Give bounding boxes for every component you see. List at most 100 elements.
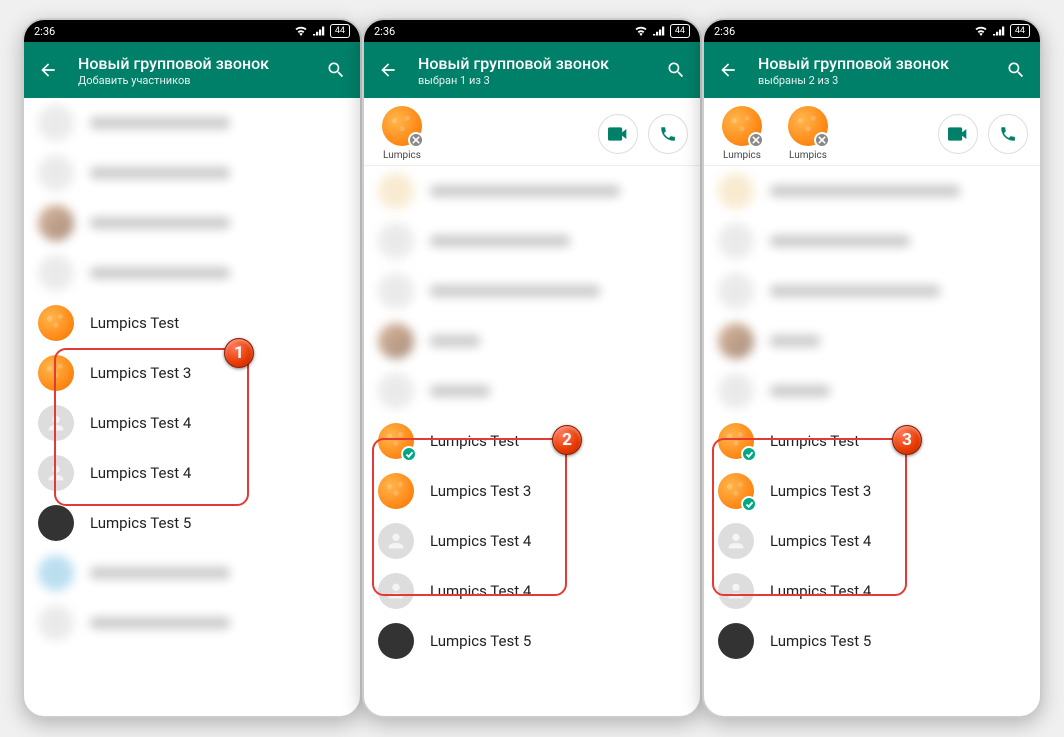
video-call-button[interactable] [598, 114, 638, 154]
avatar [378, 423, 414, 459]
avatar [718, 523, 754, 559]
avatar [378, 623, 414, 659]
contact-list: x x x x x Lumpics Test Lumpics Test 3 [704, 166, 1040, 666]
phone-screenshot-2: 2:36 44 Новый групповой звонок выбран 1 … [362, 18, 702, 718]
search-button[interactable] [1004, 58, 1028, 82]
list-item[interactable]: x [704, 266, 1040, 316]
avatar [38, 455, 74, 491]
back-button[interactable] [716, 58, 740, 82]
list-item[interactable]: Lumpics Test 4 [364, 516, 700, 566]
status-time: 2:36 [34, 25, 55, 38]
contact-name: Lumpics Test [430, 432, 519, 450]
back-button[interactable] [36, 58, 60, 82]
signal-icon [313, 26, 325, 36]
list-item[interactable]: Lumpics Test 5 [704, 616, 1040, 666]
app-bar: Новый групповой звонок Добавить участник… [24, 42, 360, 98]
avatar [718, 623, 754, 659]
selected-check-icon [401, 446, 417, 462]
list-item[interactable]: Lumpics Test 4 [704, 516, 1040, 566]
video-call-button[interactable] [938, 114, 978, 154]
avatar [378, 573, 414, 609]
step-badge-1: 1 [224, 338, 254, 368]
list-item[interactable]: x [24, 548, 360, 598]
list-item[interactable]: Lumpics Test 5 [364, 616, 700, 666]
avatar [38, 405, 74, 441]
selected-check-icon [741, 496, 757, 512]
list-item[interactable]: x [704, 166, 1040, 216]
page-subtitle: Добавить участников [78, 74, 306, 87]
list-item[interactable]: x [364, 266, 700, 316]
remove-chip-icon[interactable] [408, 132, 424, 148]
list-item[interactable]: x [704, 366, 1040, 416]
list-item[interactable]: Lumpics Test 4 [24, 398, 360, 448]
app-bar: Новый групповой звонок выбраны 2 из 3 [704, 42, 1040, 98]
contact-name: Lumpics Test 3 [430, 482, 531, 500]
step-badge-2: 2 [552, 425, 582, 455]
selected-chip[interactable]: Lumpics [376, 106, 428, 161]
contact-name: Lumpics Test 4 [770, 532, 871, 550]
avatar [718, 473, 754, 509]
list-item[interactable]: Lumpics Test 4 [704, 566, 1040, 616]
list-item[interactable]: Lumpics Test [364, 416, 700, 466]
list-item[interactable]: Lumpics Test 4 [364, 566, 700, 616]
list-item[interactable]: x [24, 148, 360, 198]
list-item[interactable]: x [24, 98, 360, 148]
search-button[interactable] [664, 58, 688, 82]
status-bar: 2:36 44 [24, 20, 360, 42]
list-item[interactable]: Lumpics Test 3 [364, 466, 700, 516]
page-subtitle: выбраны 2 из 3 [758, 74, 986, 87]
list-item[interactable]: x [364, 216, 700, 266]
list-item[interactable]: Lumpics Test 3 [24, 348, 360, 398]
status-bar: 2:36 44 [364, 20, 700, 42]
chip-name: Lumpics [383, 150, 421, 161]
list-item[interactable]: Lumpics Test [24, 298, 360, 348]
list-item[interactable]: x [24, 198, 360, 248]
voice-call-button[interactable] [648, 114, 688, 154]
list-item[interactable]: x [704, 316, 1040, 366]
phone-screenshot-1: 2:36 44 Новый групповой звонок Добавить … [22, 18, 362, 718]
voice-call-button[interactable] [988, 114, 1028, 154]
selected-chip[interactable]: Lumpics [782, 106, 834, 161]
selected-chip[interactable]: Lumpics [716, 106, 768, 161]
battery-indicator: 44 [1010, 24, 1030, 38]
list-item[interactable]: Lumpics Test 5 [24, 498, 360, 548]
contact-name: Lumpics Test [770, 432, 859, 450]
chip-name: Lumpics [789, 150, 827, 161]
contact-name: Lumpics Test 3 [90, 364, 191, 382]
selected-check-icon [741, 446, 757, 462]
avatar [38, 355, 74, 391]
battery-indicator: 44 [670, 24, 690, 38]
remove-chip-icon[interactable] [748, 132, 764, 148]
list-item[interactable]: x [704, 216, 1040, 266]
list-item[interactable]: x [364, 366, 700, 416]
avatar [718, 423, 754, 459]
search-button[interactable] [324, 58, 348, 82]
signal-icon [653, 26, 665, 36]
list-item[interactable]: x [24, 248, 360, 298]
app-bar: Новый групповой звонок выбран 1 из 3 [364, 42, 700, 98]
avatar [38, 305, 74, 341]
contact-name: Lumpics Test 5 [90, 514, 191, 532]
back-button[interactable] [376, 58, 400, 82]
phone-screenshot-3: 2:36 44 Новый групповой звонок выбраны 2… [702, 18, 1042, 718]
contact-list: x x x x x Lumpics Test Lumpics Test 3 Lu… [364, 166, 700, 666]
list-item[interactable]: x [364, 316, 700, 366]
page-title: Новый групповой звонок [418, 54, 646, 73]
page-subtitle: выбран 1 из 3 [418, 74, 646, 87]
selected-participants-bar: Lumpics Lumpics [704, 98, 1040, 166]
contact-name: Lumpics Test 4 [430, 532, 531, 550]
chip-name: Lumpics [723, 150, 761, 161]
contact-name: Lumpics Test [90, 314, 179, 332]
wifi-icon [974, 26, 988, 36]
wifi-icon [294, 26, 308, 36]
remove-chip-icon[interactable] [814, 132, 830, 148]
contact-list: x x x x Lumpics Test Lumpics Test 3 Lump… [24, 98, 360, 648]
page-title: Новый групповой звонок [78, 54, 306, 73]
list-item[interactable]: Lumpics Test 3 [704, 466, 1040, 516]
avatar [38, 505, 74, 541]
list-item[interactable]: x [24, 598, 360, 648]
list-item[interactable]: Lumpics Test 4 [24, 448, 360, 498]
wifi-icon [634, 26, 648, 36]
list-item[interactable]: Lumpics Test [704, 416, 1040, 466]
list-item[interactable]: x [364, 166, 700, 216]
